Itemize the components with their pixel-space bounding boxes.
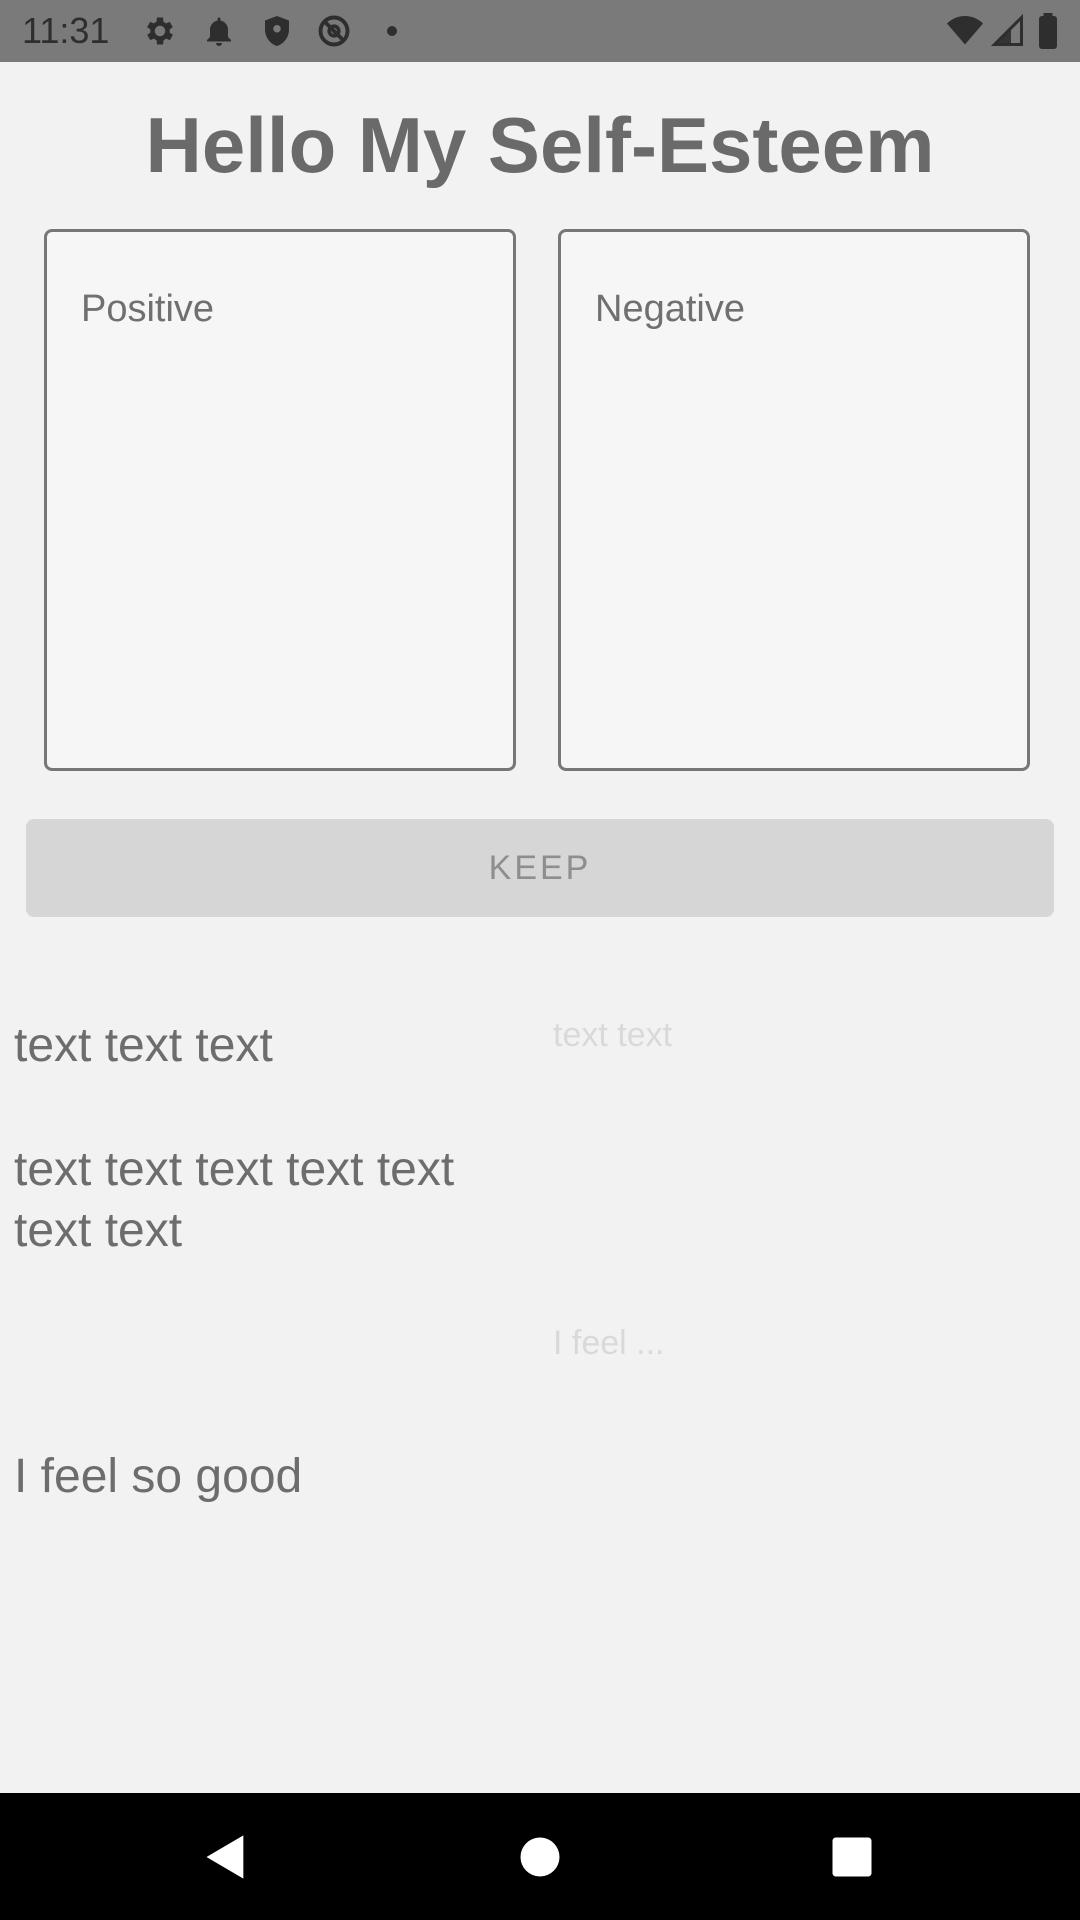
hint-text: text text [553, 1016, 673, 1054]
wifi-icon [944, 13, 986, 49]
overview-icon[interactable] [826, 1831, 878, 1883]
positive-placeholder: Positive [81, 288, 215, 330]
navigation-bar [0, 1793, 1080, 1920]
gear-icon [142, 13, 178, 49]
positive-input[interactable]: Positive [44, 229, 516, 771]
at-icon [316, 13, 352, 49]
home-icon[interactable] [514, 1831, 566, 1883]
back-icon[interactable] [200, 1831, 252, 1883]
list-item: text text text text text text text [14, 1143, 455, 1257]
status-bar: 11:31 [0, 0, 1080, 62]
battery-icon [1034, 13, 1062, 49]
negative-input[interactable]: Negative [558, 229, 1030, 771]
dot-icon [380, 13, 404, 49]
shield-icon [259, 13, 295, 49]
list-item: I feel so good [14, 1450, 303, 1503]
hint-text: I feel ... [553, 1324, 665, 1362]
keep-button[interactable]: KEEP [26, 819, 1054, 917]
negative-placeholder: Negative [595, 288, 745, 330]
bell-icon [201, 13, 237, 49]
status-time: 11:31 [22, 10, 110, 51]
signal-icon [990, 13, 1026, 49]
list-item: text text text [14, 1019, 273, 1072]
page-title: Hello My Self-Esteem [145, 101, 935, 189]
